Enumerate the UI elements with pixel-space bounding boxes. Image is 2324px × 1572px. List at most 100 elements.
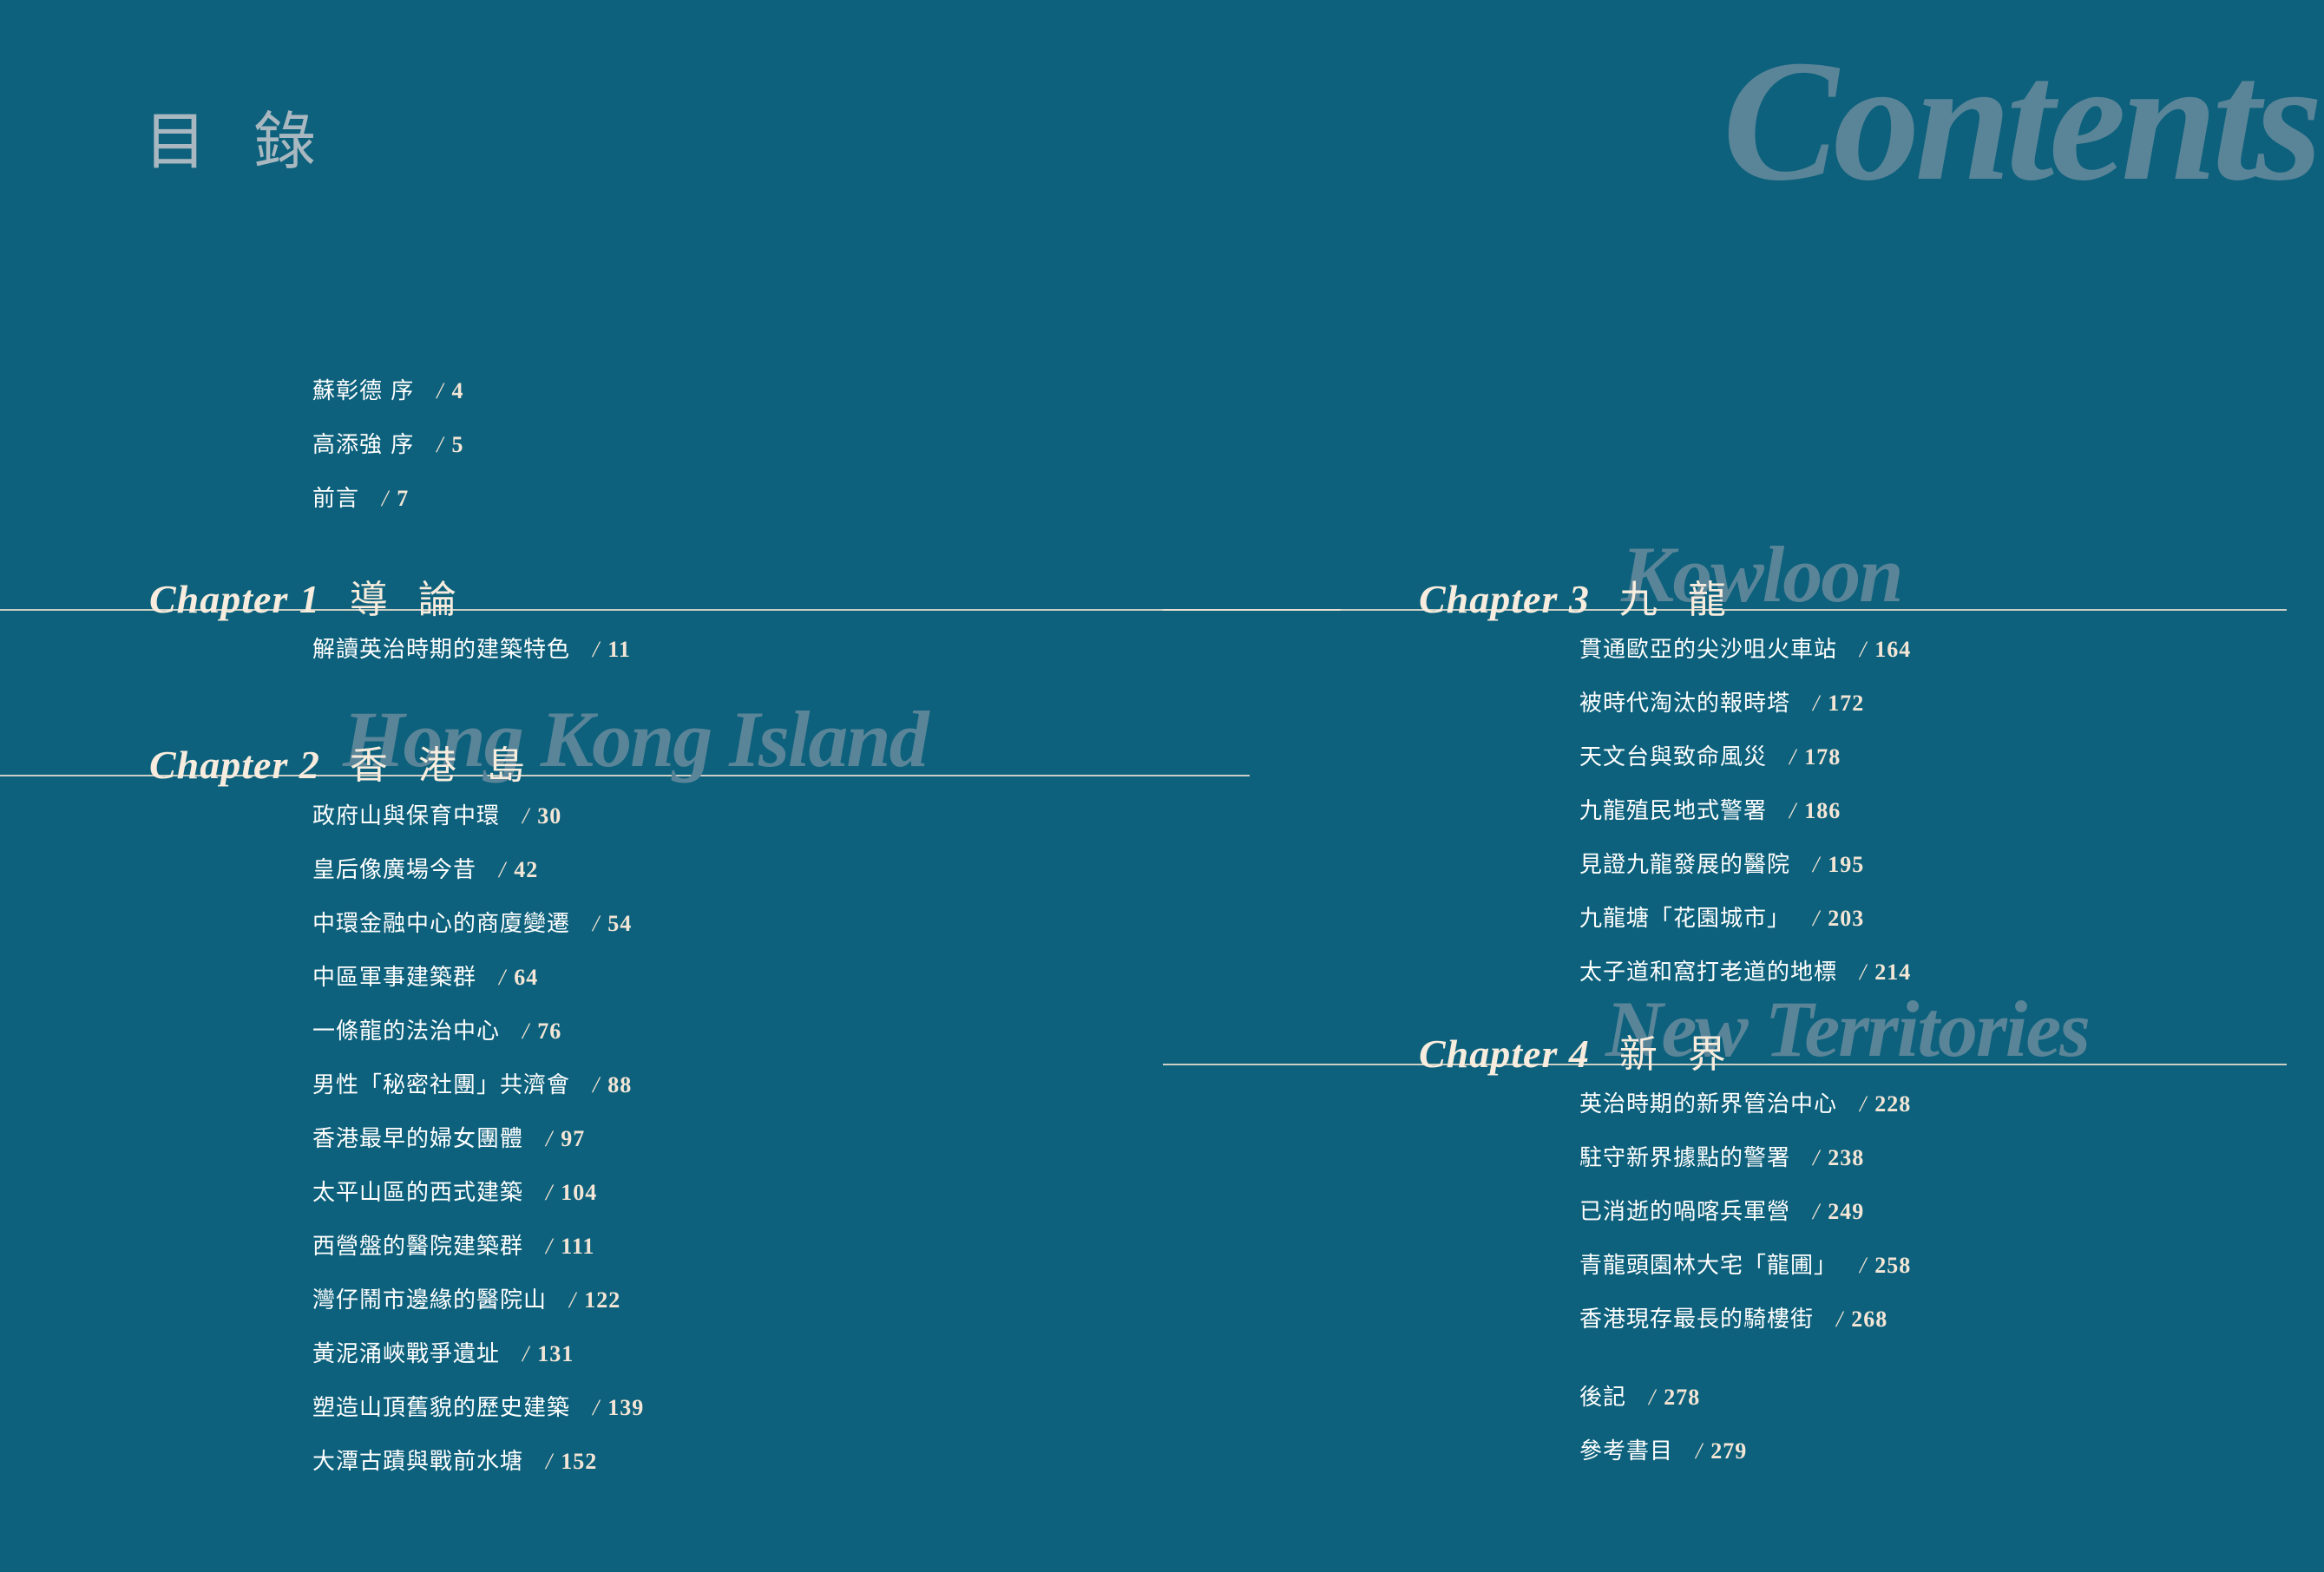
chapter-number: Chapter 4	[1419, 1032, 1590, 1076]
list-item[interactable]: 後記 / 278	[1579, 1379, 1747, 1411]
entry-page-number: 122	[584, 1287, 621, 1313]
list-item[interactable]: 貫通歐亞的尖沙咀火車站 / 164	[1579, 632, 1911, 663]
entry-page-number: 238	[1828, 1145, 1865, 1170]
list-item[interactable]: 皇后像廣場今昔 / 42	[312, 852, 644, 883]
list-item[interactable]: 九龍塘「花園城市」 / 203	[1579, 901, 1911, 932]
entry-separator: /	[1813, 1199, 1820, 1224]
entry-page-number: 76	[537, 1019, 562, 1044]
list-item[interactable]: 見證九龍發展的醫院 / 195	[1579, 847, 1911, 878]
entry-title: 男性「秘密社團」共濟會	[312, 1072, 571, 1098]
list-item[interactable]: 高添強 序 / 5	[312, 427, 464, 458]
entry-separator: /	[1813, 852, 1820, 877]
entry-separator: /	[522, 1341, 529, 1366]
chapter-1-entry-list: 解讀英治時期的建築特色 / 11	[312, 632, 631, 685]
entry-separator: /	[1836, 1307, 1843, 1332]
entry-title: 黃泥涌峽戰爭遺址	[312, 1341, 501, 1367]
entry-title: 香港最早的婦女團體	[312, 1126, 524, 1152]
entry-title: 蘇彰德 序	[312, 378, 415, 404]
entry-title: 後記	[1579, 1385, 1627, 1411]
entry-title: 政府山與保育中環	[312, 803, 501, 829]
entry-page-number: 104	[561, 1180, 598, 1205]
entry-separator: /	[1696, 1438, 1703, 1464]
entry-separator: /	[593, 911, 600, 936]
entry-title: 貫通歐亞的尖沙咀火車站	[1579, 637, 1838, 663]
entry-page-number: 164	[1874, 637, 1912, 662]
chapter-title-cn: 九 龍	[1618, 579, 1736, 621]
list-item[interactable]: 一條龍的法治中心 / 76	[312, 1013, 644, 1045]
entry-separator: /	[1813, 691, 1820, 716]
list-item[interactable]: 塑造山頂舊貌的歷史建築 / 139	[312, 1390, 644, 1421]
entry-title: 太平山區的西式建築	[312, 1180, 524, 1206]
backmatter-list: 後記 / 278 參考書目 / 279	[1579, 1379, 1747, 1487]
entry-page-number: 152	[561, 1449, 598, 1474]
list-item[interactable]: 灣仔鬧市邊緣的醫院山 / 122	[312, 1282, 644, 1313]
entry-title: 解讀英治時期的建築特色	[312, 637, 571, 663]
list-item[interactable]: 香港現存最長的騎樓街 / 268	[1579, 1301, 1911, 1333]
entry-page-number: 186	[1804, 798, 1841, 823]
list-item[interactable]: 政府山與保育中環 / 30	[312, 798, 644, 829]
list-item[interactable]: 解讀英治時期的建築特色 / 11	[312, 632, 631, 663]
entry-title: 九龍殖民地式警署	[1579, 798, 1768, 824]
list-item[interactable]: 太子道和窩打老道的地標 / 214	[1579, 954, 1911, 986]
list-item[interactable]: 已消逝的喎喀兵軍營 / 249	[1579, 1194, 1911, 1225]
entry-separator: /	[546, 1180, 553, 1205]
chapter-title-cn: 導 論	[349, 579, 467, 621]
entry-page-number: 88	[607, 1072, 633, 1097]
chapter-2-label[interactable]: Chapter 2 香 港 島	[149, 734, 535, 789]
list-item[interactable]: 前言 / 7	[312, 481, 464, 512]
chapter-3-label[interactable]: Chapter 3 九 龍	[1419, 568, 1736, 624]
entry-separator: /	[1860, 637, 1867, 662]
list-item[interactable]: 大潭古蹟與戰前水塘 / 152	[312, 1444, 644, 1475]
entry-page-number: 228	[1874, 1091, 1912, 1117]
entry-title: 中環金融中心的商廈變遷	[312, 911, 571, 937]
entry-page-number: 139	[607, 1395, 645, 1420]
list-item[interactable]: 青龍頭園林大宅「龍圃」 / 258	[1579, 1248, 1911, 1279]
list-item[interactable]: 西營盤的醫院建築群 / 111	[312, 1228, 644, 1260]
list-item[interactable]: 黃泥涌峽戰爭遺址 / 131	[312, 1336, 644, 1367]
entry-page-number: 7	[397, 486, 410, 511]
list-item[interactable]: 天文台與致命風災 / 178	[1579, 739, 1911, 770]
entry-separator: /	[437, 378, 443, 403]
list-item[interactable]: 參考書目 / 279	[1579, 1433, 1747, 1464]
entry-page-number: 4	[451, 378, 464, 403]
entry-separator: /	[1860, 1091, 1867, 1117]
chapter-title-cn: 新 界	[1618, 1033, 1736, 1076]
chapter-1-label[interactable]: Chapter 1 導 論	[149, 568, 467, 624]
entry-separator: /	[437, 432, 443, 457]
chapter-number: Chapter 3	[1419, 577, 1590, 621]
list-item[interactable]: 中區軍事建築群 / 64	[312, 960, 644, 991]
left-column: 蘇彰德 序 / 4 高添強 序 / 5 前言 / 7 Chapter 1 導 論…	[0, 0, 1341, 1572]
list-item[interactable]: 男性「秘密社團」共濟會 / 88	[312, 1067, 644, 1098]
entry-title: 塑造山頂舊貌的歷史建築	[312, 1395, 571, 1421]
entry-separator: /	[1860, 1253, 1867, 1278]
entry-title: 香港現存最長的騎樓街	[1579, 1307, 1815, 1333]
entry-title: 被時代淘汰的報時塔	[1579, 691, 1791, 717]
entry-separator: /	[1813, 1145, 1820, 1170]
list-item[interactable]: 中環金融中心的商廈變遷 / 54	[312, 906, 644, 937]
chapter-4-label[interactable]: Chapter 4 新 界	[1419, 1023, 1736, 1078]
list-item[interactable]: 香港最早的婦女團體 / 97	[312, 1121, 644, 1152]
entry-separator: /	[1789, 798, 1796, 823]
entry-page-number: 214	[1874, 960, 1912, 985]
list-item[interactable]: 被時代淘汰的報時塔 / 172	[1579, 685, 1911, 717]
entry-separator: /	[522, 803, 529, 829]
entry-separator: /	[522, 1019, 529, 1044]
entry-separator: /	[546, 1126, 553, 1151]
entry-title: 高添強 序	[312, 432, 415, 458]
entry-separator: /	[593, 1072, 600, 1097]
entry-separator: /	[593, 1395, 600, 1420]
chapter-3-entry-list: 貫通歐亞的尖沙咀火車站 / 164 被時代淘汰的報時塔 / 172 天文台與致命…	[1579, 632, 1911, 1008]
chapter-number: Chapter 1	[149, 577, 320, 621]
list-item[interactable]: 蘇彰德 序 / 4	[312, 373, 464, 404]
entry-page-number: 54	[607, 911, 633, 936]
entry-separator: /	[1649, 1385, 1656, 1410]
entry-page-number: 5	[451, 432, 464, 457]
entry-page-number: 258	[1874, 1253, 1912, 1278]
list-item[interactable]: 駐守新界據點的警署 / 238	[1579, 1140, 1911, 1171]
chapter-2-entry-list: 政府山與保育中環 / 30 皇后像廣場今昔 / 42 中環金融中心的商廈變遷 /…	[312, 798, 644, 1497]
right-column: Kowloon Chapter 3 九 龍 貫通歐亞的尖沙咀火車站 / 164 …	[1163, 0, 2324, 1572]
list-item[interactable]: 英治時期的新界管治中心 / 228	[1579, 1086, 1911, 1117]
entry-title: 大潭古蹟與戰前水塘	[312, 1449, 524, 1475]
list-item[interactable]: 九龍殖民地式警署 / 186	[1579, 793, 1911, 824]
list-item[interactable]: 太平山區的西式建築 / 104	[312, 1175, 644, 1206]
